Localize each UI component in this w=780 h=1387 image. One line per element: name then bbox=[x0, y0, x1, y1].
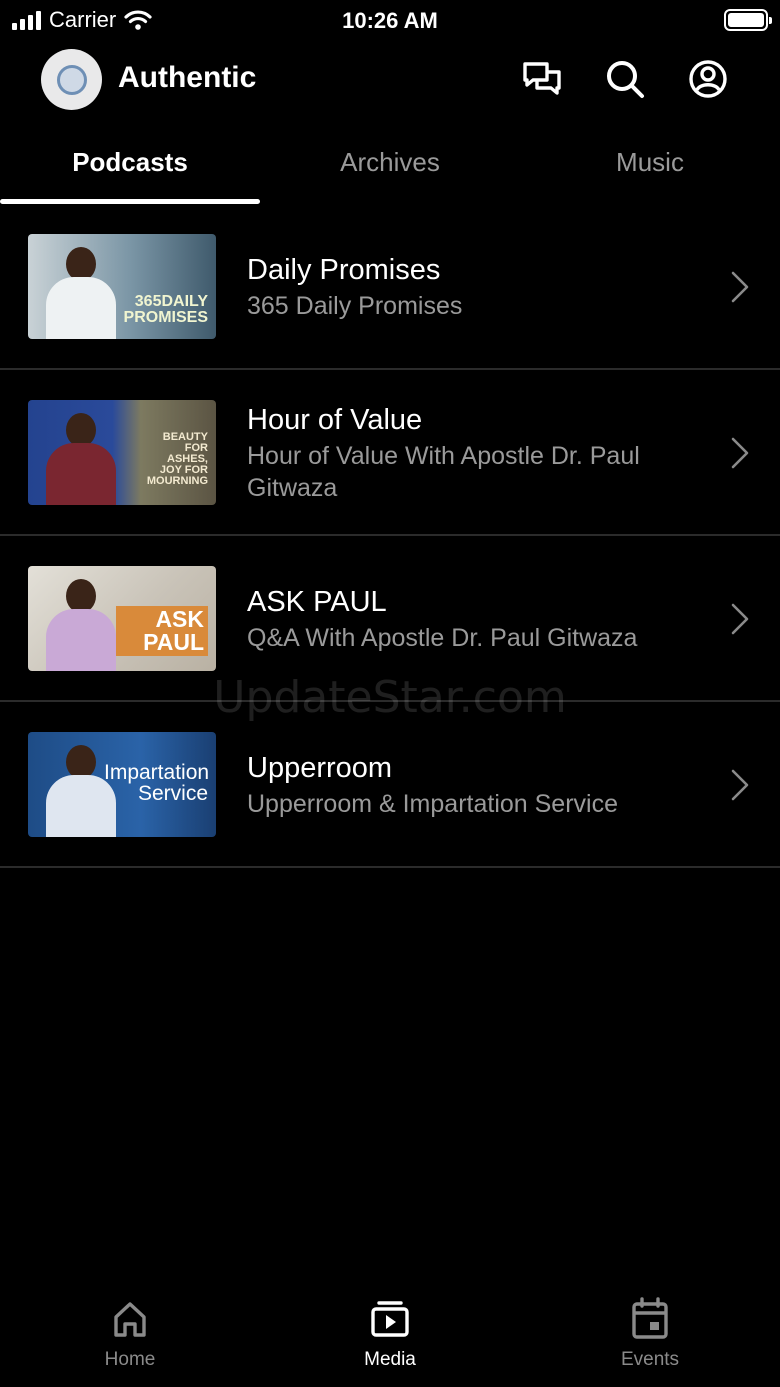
media-icon bbox=[371, 1301, 409, 1337]
search-icon bbox=[607, 61, 644, 98]
list-item[interactable]: BEAUTY FOR ASHES, JOY FOR MOURNING Hour … bbox=[0, 370, 780, 536]
tab-archives[interactable]: Archives bbox=[260, 130, 520, 204]
chat-icon bbox=[523, 62, 561, 95]
tabbar-events[interactable]: Events bbox=[520, 1297, 780, 1387]
clock: 10:26 AM bbox=[342, 8, 438, 33]
chevron-right-icon bbox=[731, 271, 749, 303]
podcast-subtitle: Upperroom & Impartation Service bbox=[247, 790, 618, 818]
podcast-title: Daily Promises bbox=[247, 254, 441, 286]
podcast-subtitle: 365 Daily Promises bbox=[247, 292, 463, 320]
podcast-subtitle: Hour of Value With Apostle Dr. Paul Gitw… bbox=[247, 442, 640, 502]
podcast-subtitle: Q&A With Apostle Dr. Paul Gitwaza bbox=[247, 624, 638, 652]
tabbar-media[interactable]: Media bbox=[260, 1297, 520, 1387]
thumbnail-text: Impartation Service bbox=[104, 761, 210, 805]
list-item[interactable]: 365DAILY PROMISES Daily Promises 365 Dai… bbox=[0, 204, 780, 370]
profile-button[interactable] bbox=[686, 57, 730, 101]
podcast-title: Hour of Value bbox=[247, 404, 423, 436]
tabbar-home[interactable]: Home bbox=[0, 1297, 260, 1387]
tabbar-events-label: Events bbox=[620, 1349, 680, 1370]
status-bar: Carrier 10:26 AM bbox=[0, 0, 780, 40]
podcast-list: 365DAILY PROMISES Daily Promises 365 Dai… bbox=[0, 204, 780, 868]
chevron-right-icon bbox=[731, 437, 749, 469]
chat-button[interactable] bbox=[520, 57, 564, 101]
tabbar-home-label: Home bbox=[104, 1349, 156, 1370]
bottom-tab-bar: Home Media Events bbox=[0, 1287, 780, 1387]
thumbnail-text: 365DAILY PROMISES bbox=[123, 293, 208, 326]
media-tabs: Podcasts Archives Music bbox=[0, 130, 780, 204]
list-item[interactable]: Impartation Service Upperroom Upperroom … bbox=[0, 702, 780, 868]
calendar-icon bbox=[632, 1297, 668, 1339]
podcast-thumbnail: 365DAILY PROMISES bbox=[28, 234, 216, 339]
watermark: UpdateStar.com bbox=[213, 672, 567, 723]
chevron-right-icon bbox=[731, 603, 749, 635]
search-button[interactable] bbox=[603, 57, 647, 101]
app-title: Authentic bbox=[118, 61, 257, 94]
thumbnail-text: BEAUTY FOR ASHES, JOY FOR MOURNING bbox=[146, 431, 208, 487]
app-logo[interactable] bbox=[41, 49, 102, 110]
tabbar-media-label: Media bbox=[364, 1349, 416, 1370]
podcast-thumbnail: Impartation Service bbox=[28, 732, 216, 837]
tab-music[interactable]: Music bbox=[520, 130, 780, 204]
chevron-right-icon bbox=[731, 769, 749, 801]
thumbnail-text: ASK PAUL bbox=[116, 606, 208, 656]
podcast-thumbnail: ASK PAUL bbox=[28, 566, 216, 671]
battery-icon bbox=[724, 9, 772, 31]
home-icon bbox=[114, 1302, 146, 1337]
podcast-thumbnail: BEAUTY FOR ASHES, JOY FOR MOURNING bbox=[28, 400, 216, 505]
podcast-title: ASK PAUL bbox=[247, 586, 387, 618]
app-header: Authentic bbox=[0, 45, 780, 115]
profile-icon bbox=[689, 60, 727, 98]
tab-podcasts[interactable]: Podcasts bbox=[0, 130, 260, 204]
podcast-title: Upperroom bbox=[247, 752, 393, 784]
